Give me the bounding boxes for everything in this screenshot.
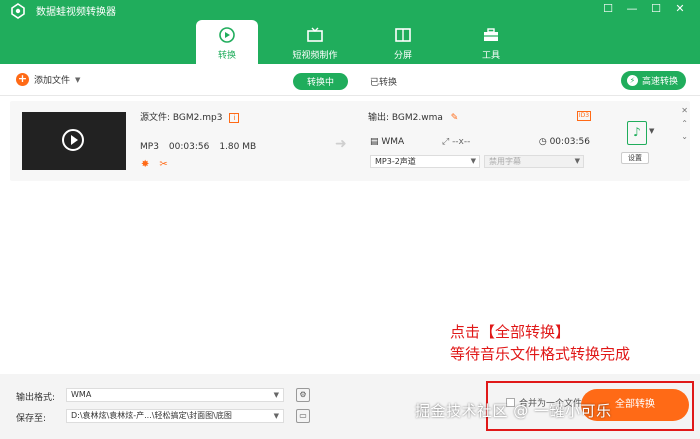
app-logo-icon xyxy=(11,3,25,19)
subtitle-value: 禁用字幕 xyxy=(489,157,521,166)
arrow-right-icon: ➜ xyxy=(335,136,347,152)
skin-icon[interactable]: ☐ xyxy=(596,2,620,18)
output-file-label: 输出: BGM2.wma xyxy=(368,113,443,123)
source-format: MP3 xyxy=(140,142,159,152)
annotation-line-2: 等待音乐文件格式转换完成 xyxy=(450,345,631,363)
play-icon[interactable] xyxy=(62,129,84,151)
info-icon[interactable]: i xyxy=(229,113,240,123)
edit-pen-icon[interactable]: ✎ xyxy=(451,113,459,123)
format-settings-icon[interactable]: ⚙ xyxy=(296,388,310,402)
lightning-icon: ⚡ xyxy=(626,75,638,86)
output-duration-value: 00:03:56 xyxy=(549,137,590,147)
main-tabs: 转换 短视频制作 分屏 工具 xyxy=(196,20,548,64)
tab-short-video[interactable]: 短视频制作 xyxy=(284,20,346,64)
output-format-value: WMA xyxy=(381,137,405,147)
annotation-text: 点击【全部转换】 等待音乐文件格式转换完成 xyxy=(450,321,630,365)
tab-convert-label: 转换 xyxy=(217,51,236,61)
convert-toolbar: + 添加文件 ▼ 转换中 已转换 ⚡ 高速转换 xyxy=(0,64,700,96)
edit-tools: ✸ ✂ xyxy=(141,159,168,170)
watermark: 掘金技术社区 @ 一罐小可乐 xyxy=(415,402,612,420)
media-thumbnail[interactable] xyxy=(22,112,126,170)
output-duration: ◷ 00:03:56 xyxy=(538,137,590,147)
save-path-value: D:\袁林炫\袁林炫-产...\轻松搞定\封面图\底图 xyxy=(71,411,232,420)
window-controls: ☐ — ☐ ✕ xyxy=(596,2,692,18)
tab-tools-label: 工具 xyxy=(481,51,500,61)
chevron-down-icon: ▼ xyxy=(273,412,279,420)
source-file: 源文件: BGM2.mp3 i xyxy=(140,110,240,123)
status-toggle: 转换中 已转换 xyxy=(293,73,407,90)
source-file-label: 源文件: BGM2.mp3 xyxy=(140,113,223,123)
audio-channel-value: MP3-2声道 xyxy=(375,157,416,166)
output-resolution-value: --x-- xyxy=(452,137,471,147)
tab-converted[interactable]: 已转换 xyxy=(360,73,407,90)
chevron-down-icon[interactable]: ▼ xyxy=(649,127,654,135)
chevron-down-icon: ▼ xyxy=(273,391,279,399)
add-file-button[interactable]: + 添加文件 ▼ xyxy=(16,73,80,86)
output-file: 输出: BGM2.wma ✎ xyxy=(368,110,458,123)
output-format-label: 输出格式: xyxy=(16,393,56,403)
output-resolution: ⤢ --x-- xyxy=(442,137,471,147)
music-format-icon[interactable]: ♪ xyxy=(627,121,647,145)
fast-convert-label: 高速转换 xyxy=(641,77,678,87)
audio-channel-select[interactable]: MP3-2声道 ▼ xyxy=(370,155,480,168)
source-meta: MP3 00:03:56 1.80 MB xyxy=(140,142,256,152)
move-down-icon[interactable]: ⌄ xyxy=(681,132,688,141)
move-up-icon[interactable]: ⌃ xyxy=(681,119,688,128)
folder-icon[interactable]: ▭ xyxy=(296,409,310,423)
effects-icon[interactable]: ✸ xyxy=(141,159,149,170)
output-format-select-value: WMA xyxy=(71,390,92,399)
chevron-down-icon: ▼ xyxy=(574,157,580,165)
toolbox-icon xyxy=(484,28,498,41)
title-bar: 数据蛙视频转换器 ☐ — ☐ ✕ 转换 短视频制作 分屏 工具 xyxy=(0,0,700,64)
minimize-button[interactable]: — xyxy=(620,2,644,18)
chevron-down-icon: ▼ xyxy=(470,157,476,165)
tab-converting[interactable]: 转换中 xyxy=(293,73,349,90)
output-format: ▤ WMA xyxy=(370,137,405,147)
row-controls: ✕ ⌃ ⌄ xyxy=(681,106,688,141)
plus-icon: + xyxy=(16,72,29,86)
maximize-button[interactable]: ☐ xyxy=(644,2,668,18)
output-format-select[interactable]: WMA ▼ xyxy=(66,388,284,402)
tab-split-screen[interactable]: 分屏 xyxy=(372,20,434,64)
annotation-line-1: 点击【全部转换】 xyxy=(450,323,571,341)
subtitle-select: 禁用字幕 ▼ xyxy=(484,155,584,168)
split-screen-icon xyxy=(395,28,411,42)
remove-icon[interactable]: ✕ xyxy=(681,106,688,115)
file-list-item: 源文件: BGM2.mp3 i MP3 00:03:56 1.80 MB ✸ ✂… xyxy=(10,101,690,181)
source-size: 1.80 MB xyxy=(219,142,257,152)
save-path-select[interactable]: D:\袁林炫\袁林炫-产...\轻松搞定\封面图\底图 ▼ xyxy=(66,409,284,423)
tv-icon xyxy=(307,27,323,42)
tab-short-video-label: 短视频制作 xyxy=(292,51,338,61)
convert-icon xyxy=(219,27,235,43)
close-button[interactable]: ✕ xyxy=(668,2,692,18)
tab-split-screen-label: 分屏 xyxy=(393,51,412,61)
source-duration: 00:03:56 xyxy=(168,142,210,152)
tab-convert[interactable]: 转换 xyxy=(196,20,258,64)
app-title: 数据蛙视频转换器 xyxy=(36,7,116,18)
scissors-icon[interactable]: ✂ xyxy=(159,159,167,170)
fast-convert-button[interactable]: ⚡ 高速转换 xyxy=(620,71,686,90)
settings-button[interactable]: 设置 xyxy=(621,152,649,164)
chevron-down-icon[interactable]: ▼ xyxy=(75,76,80,84)
id3-badge[interactable]: ID3 xyxy=(577,111,591,121)
save-to-label: 保存至: xyxy=(16,414,47,424)
tab-tools[interactable]: 工具 xyxy=(460,20,522,64)
add-file-label: 添加文件 xyxy=(34,76,71,86)
